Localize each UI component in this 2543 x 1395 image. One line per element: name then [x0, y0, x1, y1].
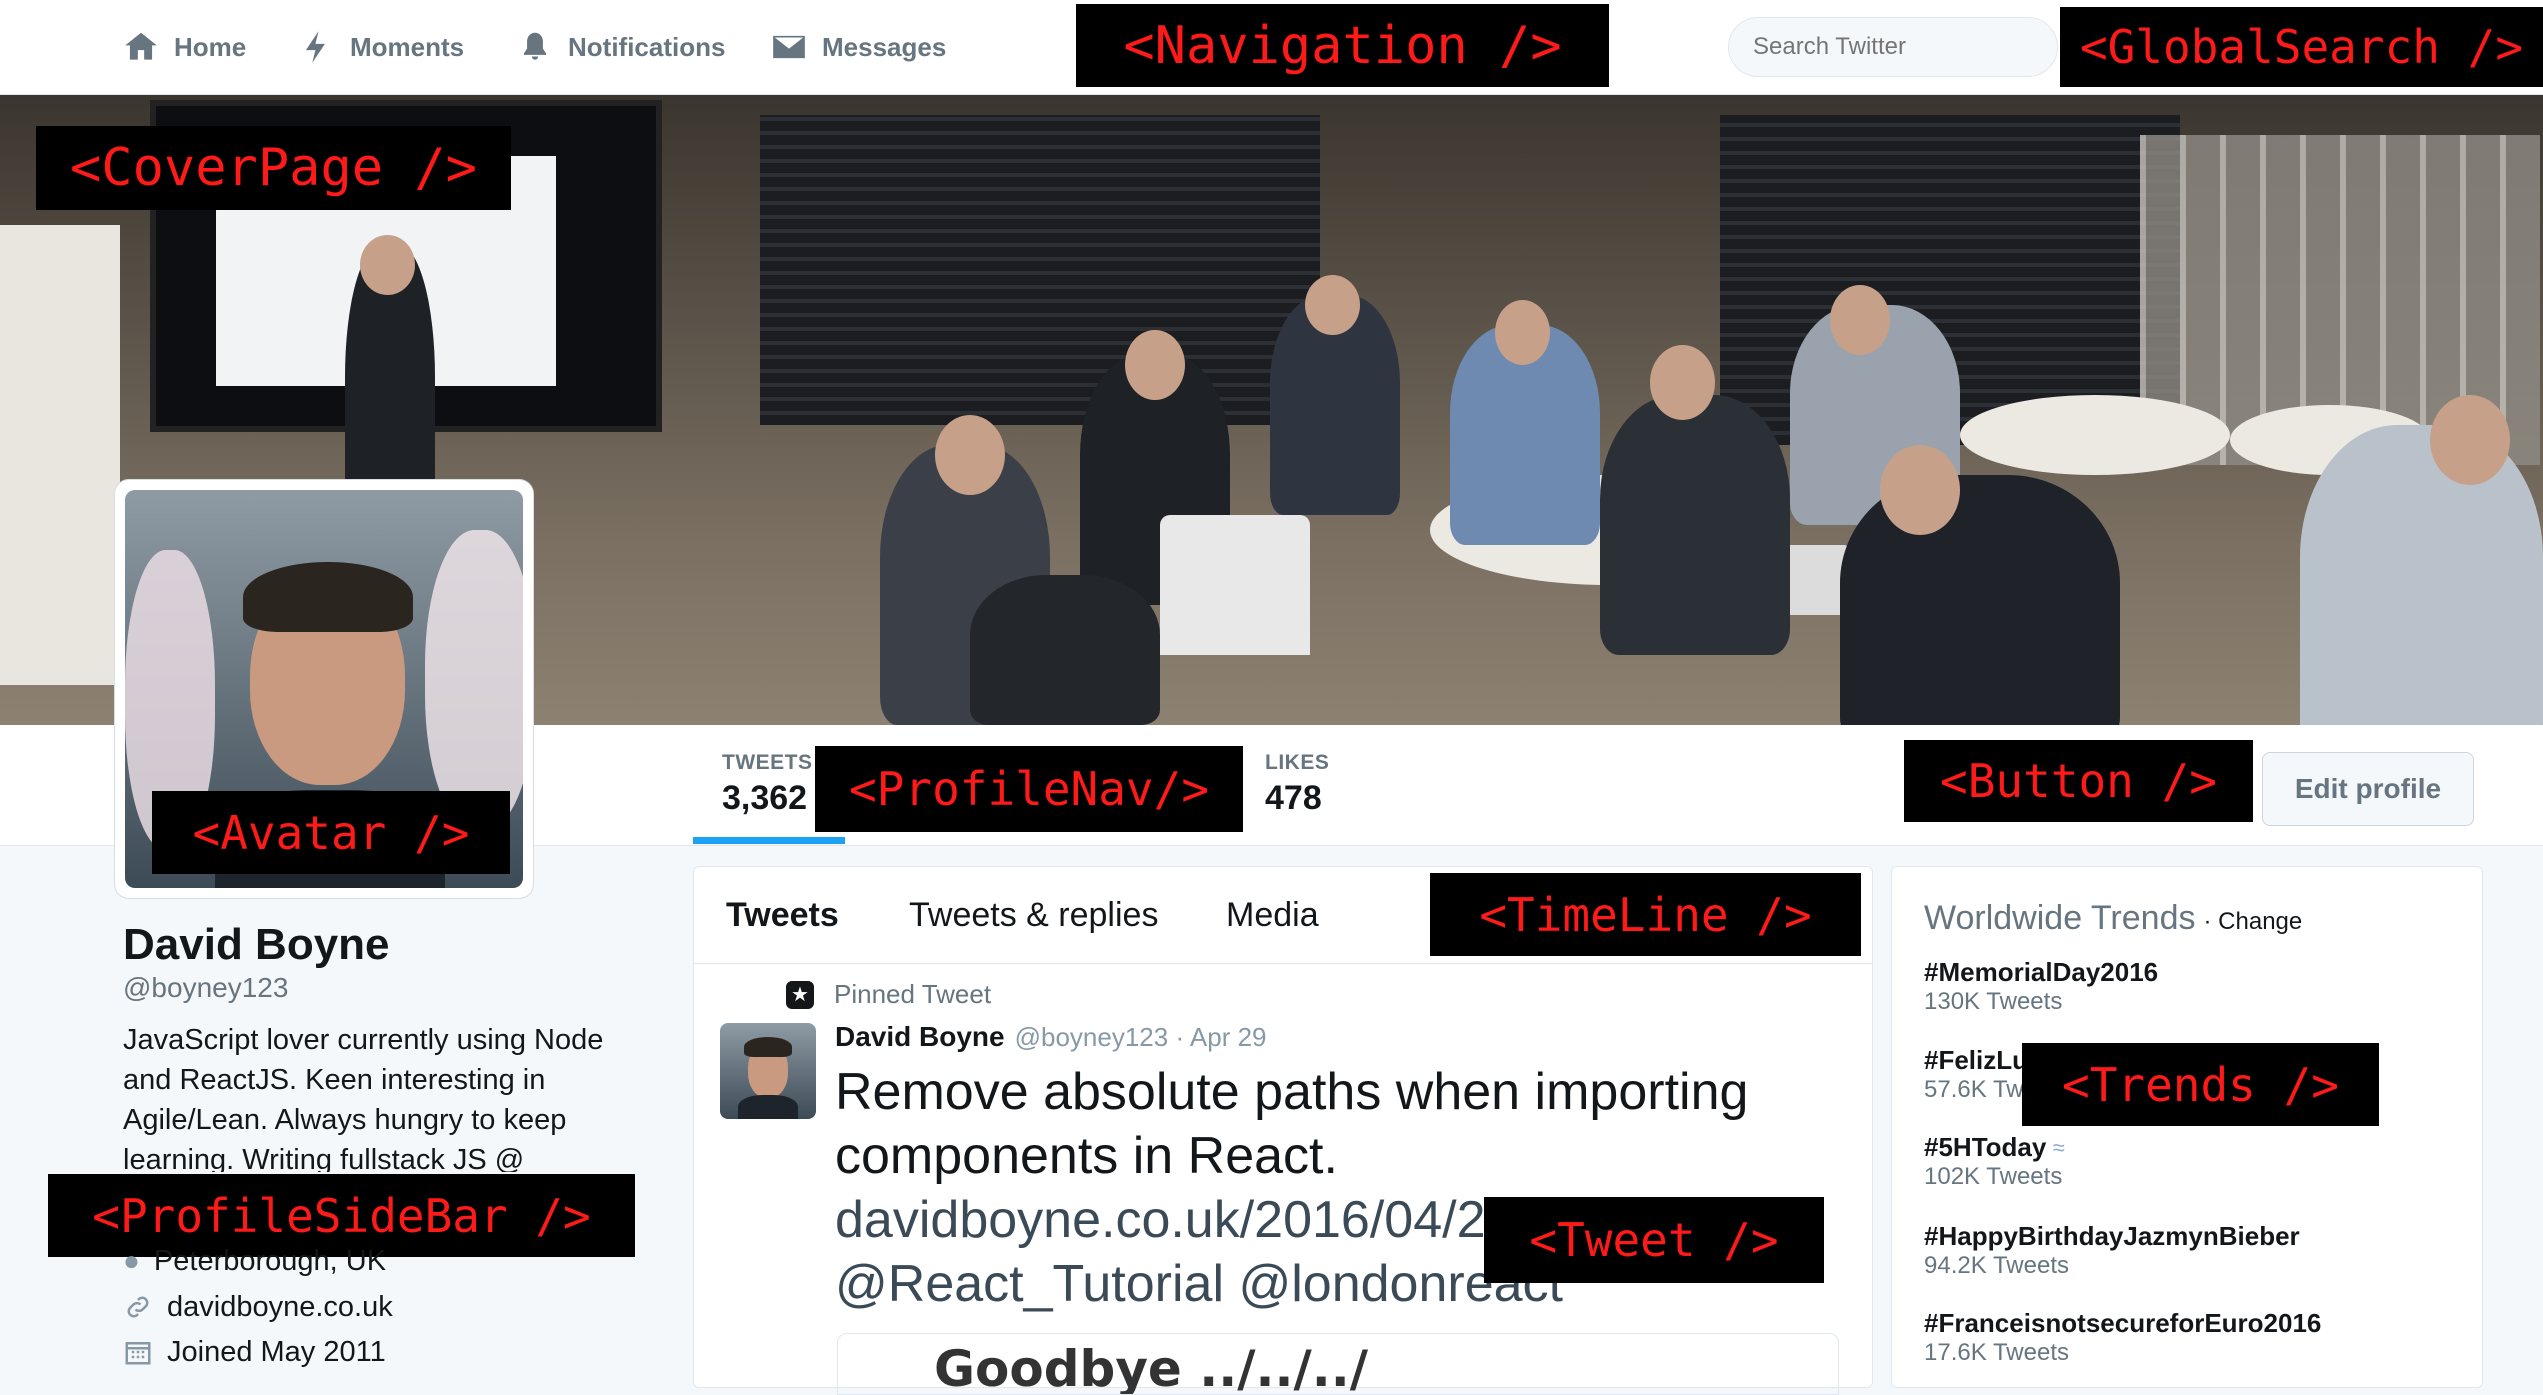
tweets-stat-value: 3,362 — [722, 779, 808, 817]
trend-count: 17.6K Tweets — [1924, 1339, 2069, 1366]
nav-moments-label: Moments — [350, 31, 465, 62]
profile-name: David Boyne — [123, 920, 390, 969]
avatar-annotation-label: <Avatar /> — [152, 791, 510, 874]
attendee — [1840, 475, 2120, 725]
profile-nav-annotation-label: <ProfileNav/> — [815, 746, 1243, 832]
profile-location-text: Peterborough, UK — [153, 1245, 387, 1277]
tweet-author[interactable]: David Boyne — [835, 1021, 1005, 1053]
presenter-head — [360, 235, 415, 295]
pinned-tweet-label: Pinned Tweet — [834, 979, 992, 1009]
profile-handle: @boyney123 — [123, 972, 289, 1003]
attendee-head — [1650, 345, 1715, 420]
trend-tag[interactable]: #5HToday — [1924, 1132, 2046, 1163]
tweet-meta: @boyney123 · Apr 29 — [1014, 1022, 1267, 1052]
bell-icon — [523, 32, 547, 60]
tweet-annotation-label: <Tweet /> — [1484, 1197, 1824, 1283]
attendee-head — [935, 415, 1005, 495]
cover-page-annotation-label: <CoverPage /> — [36, 126, 511, 210]
nav-notifications-label: Notifications — [568, 31, 726, 62]
button-annotation-label: <Button /> — [1904, 740, 2253, 822]
attendee-head — [1830, 285, 1890, 355]
tweet-header: David Boyne @boyney123 · Apr 29 — [835, 1021, 1267, 1053]
trends-annotation-label: <Trends /> — [2022, 1043, 2379, 1126]
attendee-head — [2430, 395, 2510, 485]
trend-item[interactable]: #FelizLu 57.6K Tw — [1924, 1045, 2028, 1104]
attendee-head — [1880, 445, 1960, 535]
pin-icon: ★ — [786, 980, 814, 1009]
trend-count: 57.6K Tw — [1924, 1076, 2024, 1103]
navigation-annotation-label: <Navigation /> — [1076, 4, 1609, 87]
trend-emoji-icon: ≈ — [2052, 1134, 2065, 1160]
location-pin-icon: ● — [123, 1245, 140, 1276]
search-input[interactable] — [1728, 17, 2058, 77]
trends-panel: Worldwide Trends · Change #MemorialDay20… — [1891, 866, 2483, 1388]
home-icon — [125, 32, 157, 60]
round-table — [1960, 395, 2230, 475]
edit-profile-button[interactable]: Edit profile — [2262, 752, 2474, 826]
attendee — [2300, 425, 2543, 725]
trend-tag[interactable]: #HappyBirthdayJazmynBieber — [1924, 1221, 2300, 1252]
attendee — [970, 575, 1160, 725]
trend-tag[interactable]: #MemorialDay2016 — [1924, 957, 2158, 988]
tab-tweets[interactable]: Tweets — [726, 867, 839, 963]
attendee-head — [1125, 330, 1185, 400]
likes-stat[interactable]: LIKES 478 — [1265, 751, 1329, 818]
trend-item[interactable]: #HappyBirthdayJazmynBieber 94.2K Tweets — [1924, 1221, 2300, 1280]
cabinet — [0, 225, 120, 685]
timeline-annotation-label: <TimeLine /> — [1430, 873, 1861, 956]
trends-header: Worldwide Trends · Change — [1924, 899, 2302, 938]
nav-home[interactable]: Home — [122, 0, 246, 94]
tweet-text-line: components in React. — [835, 1127, 1338, 1185]
window-blinds — [760, 115, 1320, 425]
global-search-annotation-label: <GlobalSearch /> — [2060, 7, 2543, 87]
pinned-tweet-header: ★ Pinned Tweet — [786, 979, 991, 1010]
attendee-head — [1495, 300, 1550, 365]
trend-tag[interactable]: #FranceisnotsecureforEuro2016 — [1924, 1308, 2321, 1339]
attendee-head — [1305, 275, 1360, 335]
trend-item[interactable]: #FranceisnotsecureforEuro2016 17.6K Twee… — [1924, 1308, 2321, 1367]
active-tab-indicator — [693, 837, 845, 844]
profile-bio: JavaScript lover currently using Node an… — [123, 1024, 604, 1172]
trend-item[interactable]: #MemorialDay2016 130K Tweets — [1924, 957, 2158, 1016]
nav-messages-label: Messages — [822, 31, 947, 62]
likes-stat-label: LIKES — [1265, 751, 1330, 774]
trends-change-link[interactable]: · Change — [2204, 908, 2303, 936]
profile-joined-text: Joined May 2011 — [167, 1336, 386, 1368]
profile-website-link[interactable]: davidboyne.co.uk — [167, 1287, 393, 1327]
trend-tag[interactable]: #FelizLu — [1924, 1045, 2028, 1076]
nav-moments[interactable]: Moments — [298, 0, 464, 94]
attendee — [1600, 395, 1790, 655]
profile-joined: Joined May 2011 — [123, 1332, 386, 1372]
profile-location: ● Peterborough, UK — [123, 1243, 386, 1279]
nav-messages[interactable]: Messages — [770, 0, 946, 94]
calendar-icon — [125, 1342, 151, 1365]
tweet-avatar[interactable] — [720, 1023, 816, 1119]
tab-tweets-replies[interactable]: Tweets & replies — [909, 867, 1158, 963]
trend-count: 102K Tweets — [1924, 1163, 2063, 1190]
tweet-text-line: Remove absolute paths when importing — [835, 1063, 1749, 1121]
link-icon — [127, 1296, 149, 1318]
trend-count: 130K Tweets — [1924, 988, 2063, 1015]
trend-item[interactable]: #5HToday ≈ 102K Tweets — [1924, 1132, 2064, 1191]
chair — [1160, 515, 1310, 655]
tab-media[interactable]: Media — [1226, 867, 1319, 963]
trend-count: 94.2K Tweets — [1924, 1252, 2069, 1279]
nav-home-label: Home — [174, 31, 247, 62]
tweets-stat-label: TWEETS — [722, 751, 813, 774]
trends-title: Worldwide Trends — [1924, 899, 2196, 937]
profile-website[interactable]: davidboyne.co.uk — [123, 1287, 393, 1327]
likes-stat-value: 478 — [1265, 779, 1322, 817]
envelope-icon — [773, 35, 805, 59]
lightning-icon — [305, 31, 325, 63]
tweets-stat[interactable]: TWEETS 3,362 — [722, 751, 813, 818]
nav-notifications[interactable]: Notifications — [516, 0, 725, 94]
